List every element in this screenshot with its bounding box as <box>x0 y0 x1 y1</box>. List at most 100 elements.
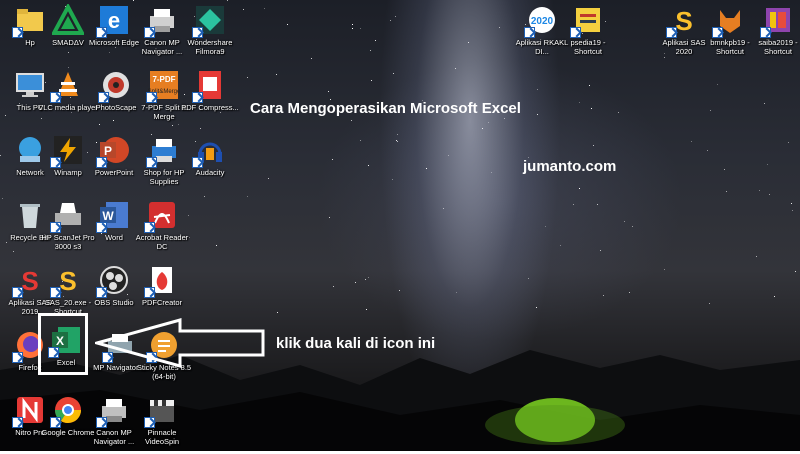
photoscape-icon <box>98 69 132 103</box>
bmnkpb-icon <box>712 4 746 38</box>
desktop-icon-saiba2019[interactable]: saiba2019 - Shortcut <box>748 2 800 64</box>
star <box>589 85 590 86</box>
star <box>724 169 725 170</box>
smadav-icon <box>50 2 86 36</box>
icon-label: Pinnacle VideoSpin <box>144 428 180 446</box>
pdf-document-icon <box>192 69 226 103</box>
word-icon: W <box>96 199 130 233</box>
star <box>393 73 394 74</box>
star <box>691 141 692 142</box>
icon-label: Audacity <box>195 168 225 177</box>
star <box>311 58 312 59</box>
star <box>491 172 492 173</box>
vlc-cone-icon <box>50 69 84 103</box>
star <box>375 40 376 41</box>
star <box>332 159 333 160</box>
star <box>791 203 792 204</box>
star <box>371 80 372 81</box>
star <box>247 196 248 197</box>
star <box>537 114 538 115</box>
star <box>397 134 398 135</box>
icon-label: PDFCreator <box>141 298 182 307</box>
psedia-icon <box>570 4 604 38</box>
star <box>528 278 529 279</box>
star <box>717 84 718 85</box>
star <box>774 296 775 297</box>
star <box>216 245 217 246</box>
star <box>360 140 361 141</box>
filmora-icon <box>192 4 226 38</box>
star <box>560 245 561 246</box>
star <box>664 269 665 270</box>
star <box>792 210 793 211</box>
star <box>399 290 400 291</box>
star <box>456 292 457 293</box>
saiba-icon <box>760 4 794 38</box>
star <box>769 194 770 195</box>
star <box>591 108 592 109</box>
star <box>593 145 594 146</box>
star <box>788 142 789 143</box>
star <box>368 165 369 166</box>
desktop-icon-audacity[interactable]: Audacity <box>180 132 240 194</box>
star <box>370 50 371 51</box>
star <box>795 271 796 272</box>
icon-label: Wondershare Filmora9 <box>187 38 233 56</box>
star <box>287 24 288 25</box>
star <box>624 221 625 222</box>
desktop-icon-acrobat-reader[interactable]: Acrobat Reader DC <box>132 197 192 259</box>
acrobat-icon <box>144 199 178 233</box>
7pdf-icon: 7-PDF Split&Merge <box>146 69 181 103</box>
svg-text:7-PDF: 7-PDF <box>152 75 175 84</box>
desktop-icon-pdfcreator[interactable]: PDFCreator <box>132 262 192 324</box>
star <box>545 226 546 227</box>
obs-icon <box>96 264 130 298</box>
star <box>726 191 727 192</box>
star <box>707 150 708 151</box>
star <box>579 102 580 103</box>
star <box>366 309 367 310</box>
star <box>756 256 757 257</box>
winamp-bolt-icon <box>50 134 84 168</box>
star <box>710 110 711 111</box>
star <box>227 0 228 1</box>
icon-label: Acrobat Reader DC <box>135 233 189 251</box>
printer-icon <box>96 394 130 428</box>
star <box>759 190 760 191</box>
star <box>579 188 580 189</box>
sas-icon: S <box>50 264 84 298</box>
star <box>328 91 329 92</box>
pdfcreator-icon <box>144 264 178 298</box>
star <box>537 89 538 90</box>
desktop-icon-filmora[interactable]: Wondershare Filmora9 <box>180 2 240 64</box>
star <box>488 122 489 123</box>
star <box>277 312 278 313</box>
star <box>243 9 244 10</box>
svg-text:P: P <box>104 144 112 158</box>
desktop-icon-pinnacle-videospin[interactable]: Pinnacle VideoSpin <box>132 392 192 454</box>
star <box>468 42 469 43</box>
star <box>618 112 619 113</box>
printer-icon <box>144 4 178 38</box>
star <box>629 292 630 293</box>
star <box>133 0 134 1</box>
instruction-text: klik dua kali di icon ini <box>276 335 436 352</box>
star <box>352 24 353 25</box>
chrome-icon <box>50 394 84 428</box>
pointer-arrow <box>95 318 265 368</box>
star <box>573 204 574 205</box>
star <box>504 118 505 119</box>
desktop-icon-pdf-compress[interactable]: PDF Compress... <box>180 67 240 129</box>
svg-text:W: W <box>102 209 114 223</box>
desktop-icon-psedia19[interactable]: psedia19 - Shortcut <box>558 2 618 64</box>
star <box>392 179 393 180</box>
star <box>597 204 598 205</box>
star <box>397 141 398 142</box>
star <box>390 20 391 21</box>
powerpoint-icon: P <box>96 134 130 168</box>
icon-label: psedia19 - Shortcut <box>570 38 606 56</box>
star <box>632 226 633 227</box>
star <box>333 286 334 287</box>
sas-icon: S <box>666 4 700 38</box>
icon-label: saiba2019 - Shortcut <box>758 38 798 56</box>
